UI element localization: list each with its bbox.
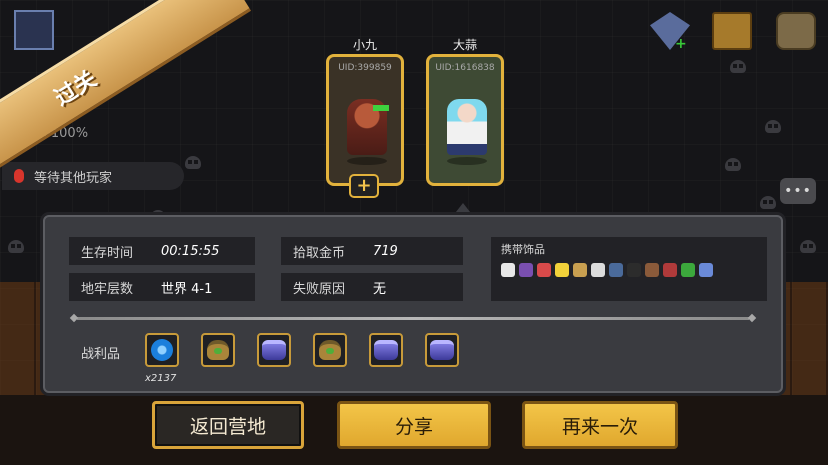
loot-label: 战利品 [81, 347, 121, 362]
accessory-icon[interactable] [555, 263, 569, 277]
seed-bag-icon [207, 340, 229, 360]
accessory-icon[interactable] [573, 263, 587, 277]
cyan-hair-character-sprite [447, 99, 487, 155]
stat-value: 719 [373, 243, 398, 259]
purple-pot-icon [262, 340, 286, 360]
sprite-shadow [347, 157, 387, 165]
stat-survival-time: 生存时间 00:15:55 [69, 237, 255, 265]
accessory-icon[interactable] [609, 263, 623, 277]
blue-gem-icon [151, 339, 173, 361]
loot-slot[interactable] [201, 333, 235, 367]
accessory-icon[interactable] [537, 263, 551, 277]
player-uid: UID:399859 [338, 63, 392, 73]
purple-pot-icon [430, 340, 454, 360]
stat-coins: 拾取金币 719 [281, 237, 463, 265]
player-level-badge[interactable] [14, 10, 54, 50]
player-uid: UID:1616838 [435, 63, 495, 73]
skull-decoration [760, 196, 776, 209]
accessory-list [501, 263, 757, 277]
share-button[interactable]: 分享 [337, 401, 491, 449]
results-panel: 生存时间 00:15:55 拾取金币 719 地牢层数 世界 4-1 失败原因 … [43, 215, 783, 393]
accessory-icon[interactable] [627, 263, 641, 277]
stat-dungeon-level: 地牢层数 世界 4-1 [69, 273, 255, 301]
skull-decoration [725, 158, 741, 171]
seed-bag-icon [319, 340, 341, 360]
player-name: 小九 [352, 38, 377, 52]
stat-value: 无 [373, 281, 387, 297]
stat-label: 失败原因 [293, 281, 346, 297]
bag-icon[interactable] [776, 12, 816, 50]
loot-quantity: x2137 [145, 373, 177, 384]
accessory-icon[interactable] [591, 263, 605, 277]
skull-decoration [8, 240, 24, 253]
add-gem-icon[interactable]: + [675, 36, 687, 52]
player-card[interactable]: UID:1616838 [426, 54, 504, 186]
accessory-icon[interactable] [519, 263, 533, 277]
loot-slot[interactable] [369, 333, 403, 367]
hooded-character-sprite [347, 99, 389, 155]
add-friend-button[interactable]: + [349, 174, 379, 198]
accessory-icon[interactable] [681, 263, 695, 277]
loot-slot[interactable] [425, 333, 459, 367]
stat-label: 地牢层数 [81, 281, 134, 297]
chest-icon[interactable] [712, 12, 752, 50]
waiting-text: 等待其他玩家 [34, 170, 113, 186]
player-card[interactable]: UID:399859 [326, 54, 404, 186]
skull-decoration [185, 156, 201, 169]
section-divider [77, 317, 749, 320]
stat-fail-reason: 失败原因 无 [281, 273, 463, 301]
purple-pot-icon [374, 340, 398, 360]
accessory-icon[interactable] [699, 263, 713, 277]
player-slot-1: 小九 UID:399859 [326, 36, 404, 186]
status-dot-icon [14, 169, 24, 183]
waiting-status: 等待其他玩家 [2, 162, 184, 190]
loot-slot[interactable] [145, 333, 179, 367]
chat-bubble-icon[interactable]: ••• [780, 178, 816, 204]
loot-slot[interactable] [313, 333, 347, 367]
stat-label: 拾取金币 [293, 245, 346, 261]
accessories-title: 携带饰品 [501, 243, 545, 256]
skull-decoration [730, 60, 746, 73]
skull-decoration [800, 240, 816, 253]
skull-decoration [765, 120, 781, 133]
player-slot-2: 大蒜 UID:1616838 [426, 36, 504, 186]
accessories-box: 携带饰品 [491, 237, 767, 301]
loot-slot[interactable] [257, 333, 291, 367]
stat-value: 00:15:55 [161, 243, 220, 259]
accessory-icon[interactable] [663, 263, 677, 277]
accessory-icon[interactable] [645, 263, 659, 277]
player-name: 大蒜 [452, 38, 477, 52]
stat-value: 世界 4-1 [161, 281, 213, 297]
sprite-shadow [447, 157, 487, 165]
stat-label: 生存时间 [81, 245, 134, 261]
return-camp-button[interactable]: 返回营地 [152, 401, 304, 449]
play-again-button[interactable]: 再来一次 [522, 401, 678, 449]
accessory-icon[interactable] [501, 263, 515, 277]
